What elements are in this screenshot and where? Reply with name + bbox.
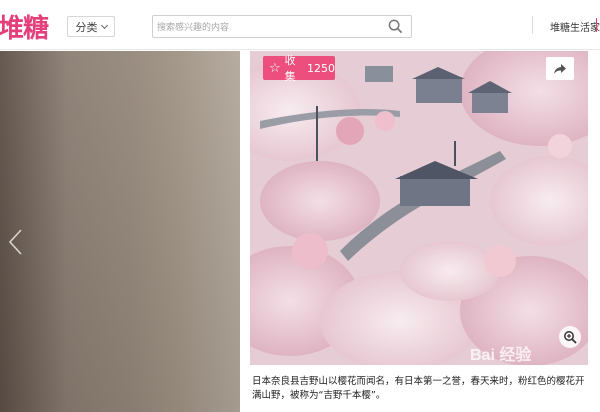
top-header: 堆糖 分类 堆糖生活家 — [0, 0, 600, 50]
site-logo[interactable]: 堆糖 — [0, 8, 49, 45]
lifestyle-link[interactable]: 堆糖生活家 — [550, 19, 600, 34]
header-accent-divider — [596, 18, 597, 32]
main-photo[interactable] — [250, 51, 588, 365]
search-input[interactable] — [153, 16, 381, 37]
share-button[interactable] — [546, 57, 574, 80]
share-icon — [554, 63, 566, 74]
blurred-background-panel — [0, 51, 240, 412]
category-label: 分类 — [75, 20, 98, 34]
search-box — [152, 15, 412, 38]
photo-caption: 日本奈良县吉野山以樱花而闻名，有日本第一之誉，春天来时，粉红色的樱花开满山野，被… — [252, 376, 585, 401]
baidu-watermark-logo: Bai 经验 — [470, 345, 532, 364]
search-icon[interactable] — [388, 19, 403, 34]
left-arrow-icon[interactable] — [6, 228, 26, 256]
collect-button[interactable]: ☆ 收集 1250 — [263, 54, 335, 83]
cherry-blossom-landscape-image — [250, 51, 588, 365]
star-icon: ☆ — [269, 60, 281, 76]
watermark-text: Bai 经验 — [470, 345, 532, 364]
header-divider — [532, 16, 533, 34]
chevron-down-icon — [100, 21, 108, 29]
category-dropdown-button[interactable]: 分类 — [67, 16, 115, 37]
collect-count: 1250 — [307, 61, 335, 75]
collect-label: 收集 — [284, 54, 296, 83]
zoom-icon — [564, 331, 577, 344]
